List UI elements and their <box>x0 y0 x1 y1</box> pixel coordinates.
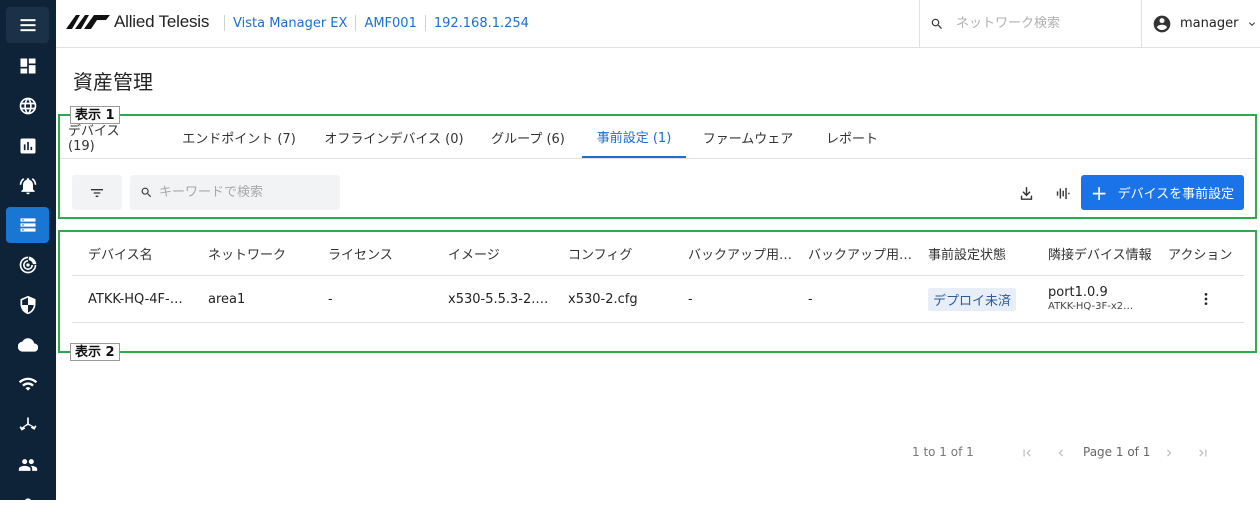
prev-page-button[interactable] <box>1051 443 1071 463</box>
preconfigure-device-label: デバイスを事前設定 <box>1117 187 1235 202</box>
breadcrumb-product[interactable]: Vista Manager EX <box>225 16 355 31</box>
tab-firmware[interactable]: ファームウェア <box>698 116 798 158</box>
shield-icon[interactable] <box>6 287 49 323</box>
extra-icon[interactable] <box>6 487 49 523</box>
last-page-icon <box>1199 449 1207 457</box>
topology-icon[interactable] <box>6 407 49 443</box>
tab-reports[interactable]: レポート <box>818 116 886 158</box>
search-icon <box>931 18 942 29</box>
chart-icon[interactable] <box>6 128 49 164</box>
cell-license: - <box>328 291 333 307</box>
annotation-label-1: 表示 1 <box>70 106 120 124</box>
cell-network: area1 <box>208 291 246 307</box>
user-menu[interactable]: manager <box>1141 0 1260 47</box>
menu-icon[interactable] <box>6 7 49 43</box>
network-search-input[interactable] <box>956 16 1126 31</box>
col-license[interactable]: ライセンス <box>328 232 438 275</box>
columns-icon <box>1056 187 1070 199</box>
account-icon <box>1153 15 1171 32</box>
user-name: manager <box>1180 16 1239 31</box>
col-preconfig-status[interactable]: 事前設定状態 <box>928 232 1038 275</box>
tab-endpoints[interactable]: エンドポイント (7) <box>178 116 300 158</box>
col-backup-2[interactable]: バックアップ用… <box>808 232 918 275</box>
status-badge: デプロイ未済 <box>928 287 1017 311</box>
logo-mark-icon <box>66 15 110 29</box>
pagination-count: 1 to 1 of 1 <box>912 445 974 459</box>
col-action: アクション <box>1168 248 1233 263</box>
top-header: Allied Telesis Vista Manager EX AMF001 1… <box>56 0 1260 48</box>
network-search <box>919 0 1141 47</box>
download-icon <box>1020 186 1032 200</box>
neighbor-device: ATKK-HQ-3F-x2… <box>1048 300 1134 312</box>
users-icon[interactable] <box>6 447 49 483</box>
page-title: 資産管理 <box>73 70 153 94</box>
cloud-icon[interactable] <box>6 327 49 363</box>
preconfigure-device-button[interactable]: + デバイスを事前設定 <box>1081 175 1244 210</box>
col-network[interactable]: ネットワーク <box>208 232 318 275</box>
table-header: デバイス名 ネットワーク ライセンス イメージ コンフィグ バックアップ用… バ… <box>72 232 1244 276</box>
cell-image: x530-5.5.3-2.… <box>448 291 549 307</box>
breadcrumb: Vista Manager EX AMF001 192.168.1.254 <box>224 15 537 31</box>
globe-icon[interactable] <box>6 88 49 124</box>
asset-tabs: デバイス (19) エンドポイント (7) オフラインデバイス (0) グループ… <box>60 116 1255 159</box>
tab-preconfig[interactable]: 事前設定 (1) <box>582 116 686 158</box>
neighbor-port: port1.0.9 <box>1048 284 1108 300</box>
annotation-label-2: 表示 2 <box>70 343 120 361</box>
alarm-icon[interactable] <box>6 168 49 204</box>
col-image[interactable]: イメージ <box>448 232 558 275</box>
cell-backup-2: - <box>808 291 813 307</box>
keyword-search <box>130 175 340 210</box>
last-page-button[interactable] <box>1193 443 1213 463</box>
first-page-button[interactable] <box>1017 443 1037 463</box>
pagination-page: Page 1 of 1 <box>1083 445 1151 459</box>
allied-telesis-logo: Allied Telesis <box>66 12 209 32</box>
plus-icon: + <box>1090 180 1108 205</box>
search-icon <box>141 187 152 198</box>
col-device-name[interactable]: デバイス名 <box>88 232 198 275</box>
more-vert-icon <box>1204 293 1208 305</box>
wifi-icon[interactable] <box>6 366 49 402</box>
table-row[interactable]: ATKK-HQ-4F-… area1 - x530-5.5.3-2.… x530… <box>72 276 1244 323</box>
first-page-icon <box>1023 449 1031 457</box>
chevron-down-icon <box>1249 21 1256 26</box>
cell-preconfig-status: デプロイ未済 <box>928 276 1038 322</box>
cell-device-name[interactable]: ATKK-HQ-4F-… <box>88 276 198 322</box>
row-actions-button[interactable] <box>1198 276 1218 322</box>
filter-button[interactable] <box>72 175 122 210</box>
logo-text: Allied Telesis <box>114 12 210 31</box>
download-button[interactable] <box>1013 180 1039 206</box>
chevron-right-icon <box>1167 449 1172 457</box>
tab-offline-devices[interactable]: オフラインデバイス (0) <box>322 116 466 158</box>
sidebar <box>0 0 56 505</box>
col-neighbor-info[interactable]: 隣接デバイス情報 <box>1048 232 1160 275</box>
columns-button[interactable] <box>1049 180 1075 206</box>
breadcrumb-ip[interactable]: 192.168.1.254 <box>426 16 537 31</box>
filter-icon <box>91 188 103 197</box>
breadcrumb-amf[interactable]: AMF001 <box>356 16 424 31</box>
cell-config: x530-2.cfg <box>568 291 638 307</box>
tab-groups[interactable]: グループ (6) <box>488 116 568 158</box>
radar-icon[interactable] <box>6 247 49 283</box>
next-page-button[interactable] <box>1159 443 1179 463</box>
chevron-left-icon <box>1058 449 1063 457</box>
dashboard-icon[interactable] <box>6 48 49 84</box>
asset-icon[interactable] <box>6 207 49 243</box>
keyword-search-input[interactable] <box>159 185 329 200</box>
cell-neighbor-info: port1.0.9 ATKK-HQ-3F-x2… <box>1048 276 1160 322</box>
col-config[interactable]: コンフィグ <box>568 232 678 275</box>
col-backup-1[interactable]: バックアップ用… <box>688 232 798 275</box>
cell-backup-1: - <box>688 291 693 307</box>
